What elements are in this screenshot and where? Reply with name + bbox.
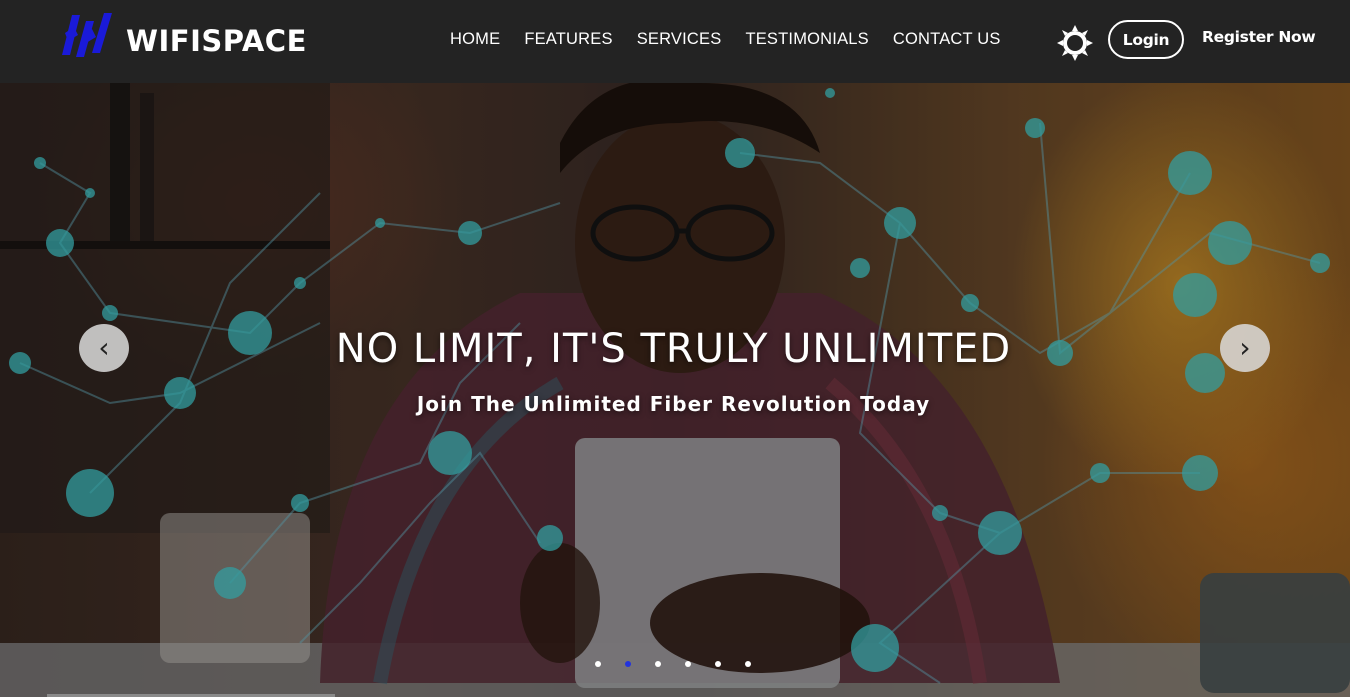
carousel-indicator[interactable] xyxy=(655,661,661,667)
hero-subtitle: Join The Unlimited Fiber Revolution Toda… xyxy=(416,392,931,416)
carousel-prev-button[interactable]: ‹ xyxy=(79,324,129,372)
brand-logo-link[interactable]: WIFISPACE xyxy=(62,8,307,74)
carousel-indicator[interactable] xyxy=(685,661,691,667)
hero-overlay xyxy=(0,83,1350,697)
carousel-indicator-active[interactable] xyxy=(625,661,631,667)
hero-title: NO LIMIT, IT'S TRULY UNLIMITED xyxy=(335,326,1012,372)
nav-testimonials[interactable]: TESTIMONIALS xyxy=(733,27,880,51)
main-nav: HOME FEATURES SERVICES TESTIMONIALS CONT… xyxy=(438,27,1013,51)
login-button[interactable]: Login xyxy=(1108,20,1184,59)
sun-icon xyxy=(1057,25,1093,61)
top-navbar: WIFISPACE HOME FEATURES SERVICES TESTIMO… xyxy=(0,0,1350,83)
wifispace-logo-icon xyxy=(62,13,112,57)
theme-toggle-button[interactable] xyxy=(1056,24,1094,62)
carousel-indicator[interactable] xyxy=(745,661,751,667)
carousel-indicator[interactable] xyxy=(715,661,721,667)
carousel-indicator[interactable] xyxy=(595,661,601,667)
nav-home[interactable]: HOME xyxy=(438,27,512,51)
carousel-next-button[interactable]: › xyxy=(1220,324,1270,372)
nav-contact-us[interactable]: CONTACT US xyxy=(881,27,1013,51)
carousel-indicators xyxy=(595,661,751,667)
hero-carousel: NO LIMIT, IT'S TRULY UNLIMITED Join The … xyxy=(0,83,1350,697)
nav-features[interactable]: FEATURES xyxy=(512,27,624,51)
register-now-link[interactable]: Register Now xyxy=(1202,28,1316,46)
nav-services[interactable]: SERVICES xyxy=(625,27,734,51)
brand-name: WIFISPACE xyxy=(126,24,307,58)
